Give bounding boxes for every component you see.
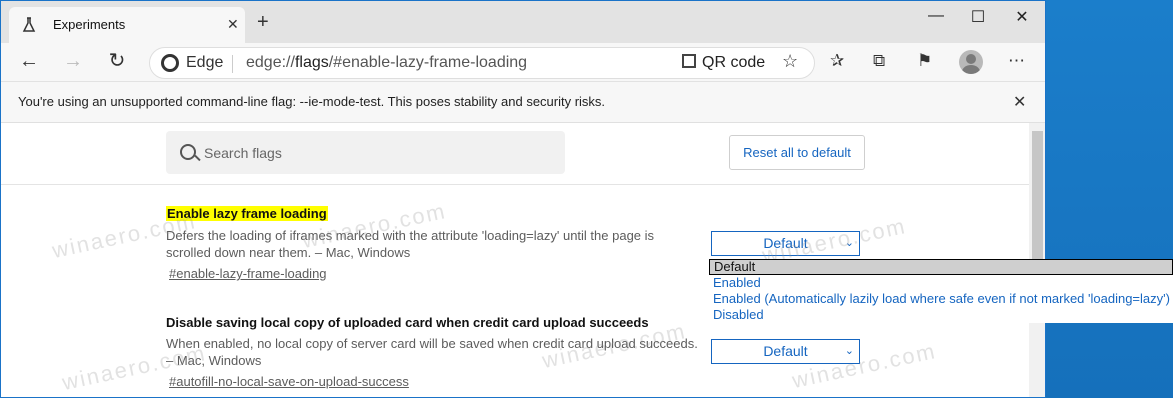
tab-experiments[interactable]: Experiments ✕	[9, 7, 245, 43]
flag-state-dropdown: Default Enabled Enabled (Automatically l…	[709, 259, 1173, 323]
refresh-icon[interactable]: ↻	[106, 51, 128, 73]
url-text[interactable]: edge://flags/#enable-lazy-frame-loading	[246, 54, 527, 72]
back-arrow-icon[interactable]: ←	[18, 51, 40, 73]
tab-close-icon[interactable]: ✕	[227, 16, 239, 33]
qr-code-button[interactable]: QR code	[682, 54, 765, 72]
tab-strip: Experiments ✕ + — ☐ ✕	[1, 1, 1045, 43]
edge-logo-icon	[161, 54, 179, 72]
flask-icon	[22, 17, 36, 32]
reset-all-button[interactable]: Reset all to default	[729, 135, 865, 170]
qr-code-icon	[682, 54, 696, 68]
favorite-star-icon[interactable]: ☆	[782, 51, 798, 72]
profile-avatar[interactable]	[959, 50, 983, 74]
dropdown-option[interactable]: Default	[709, 259, 1173, 275]
dropdown-option[interactable]: Enabled	[709, 275, 1173, 291]
feedback-icon[interactable]: ⚑	[917, 51, 932, 71]
close-window-icon[interactable]: ✕	[1012, 7, 1032, 27]
forward-arrow-icon[interactable]: →	[62, 51, 84, 73]
flag-title: Disable saving local copy of uploaded ca…	[166, 315, 649, 330]
flag-anchor-link[interactable]: #enable-lazy-frame-loading	[169, 266, 327, 281]
favorites-icon[interactable]: ✰	[830, 51, 844, 71]
flag-anchor-link[interactable]: #autofill-no-local-save-on-upload-succes…	[169, 374, 409, 389]
edge-label: Edge	[186, 54, 224, 71]
header-divider	[1, 184, 1029, 185]
infobar-close-icon[interactable]: ✕	[1013, 92, 1026, 112]
tab-title: Experiments	[53, 17, 126, 32]
dropdown-option[interactable]: Enabled (Automatically lazily load where…	[709, 291, 1173, 307]
warning-infobar: You're using an unsupported command-line…	[1, 82, 1045, 123]
address-separator	[232, 55, 233, 73]
flag-description: Defers the loading of iframes marked wit…	[166, 228, 655, 260]
address-bar[interactable]: Edge edge://flags/#enable-lazy-frame-loa…	[149, 47, 815, 79]
maximize-icon[interactable]: ☐	[968, 7, 988, 27]
new-tab-button[interactable]: +	[257, 12, 269, 32]
browser-window: Experiments ✕ + — ☐ ✕ ← → ↻ Edge edge://…	[0, 0, 1046, 398]
minimize-icon[interactable]: —	[926, 7, 946, 27]
search-icon	[180, 144, 196, 160]
toolbar: ← → ↻ Edge edge://flags/#enable-lazy-fra…	[1, 43, 1045, 82]
dropdown-option[interactable]: Disabled	[709, 307, 1173, 323]
more-menu-icon[interactable]: ⋯	[1008, 51, 1025, 71]
search-placeholder: Search flags	[204, 145, 282, 161]
search-flags-input[interactable]: Search flags	[166, 131, 565, 174]
collections-icon[interactable]: ⧉	[873, 51, 885, 71]
infobar-message: You're using an unsupported command-line…	[18, 94, 606, 109]
